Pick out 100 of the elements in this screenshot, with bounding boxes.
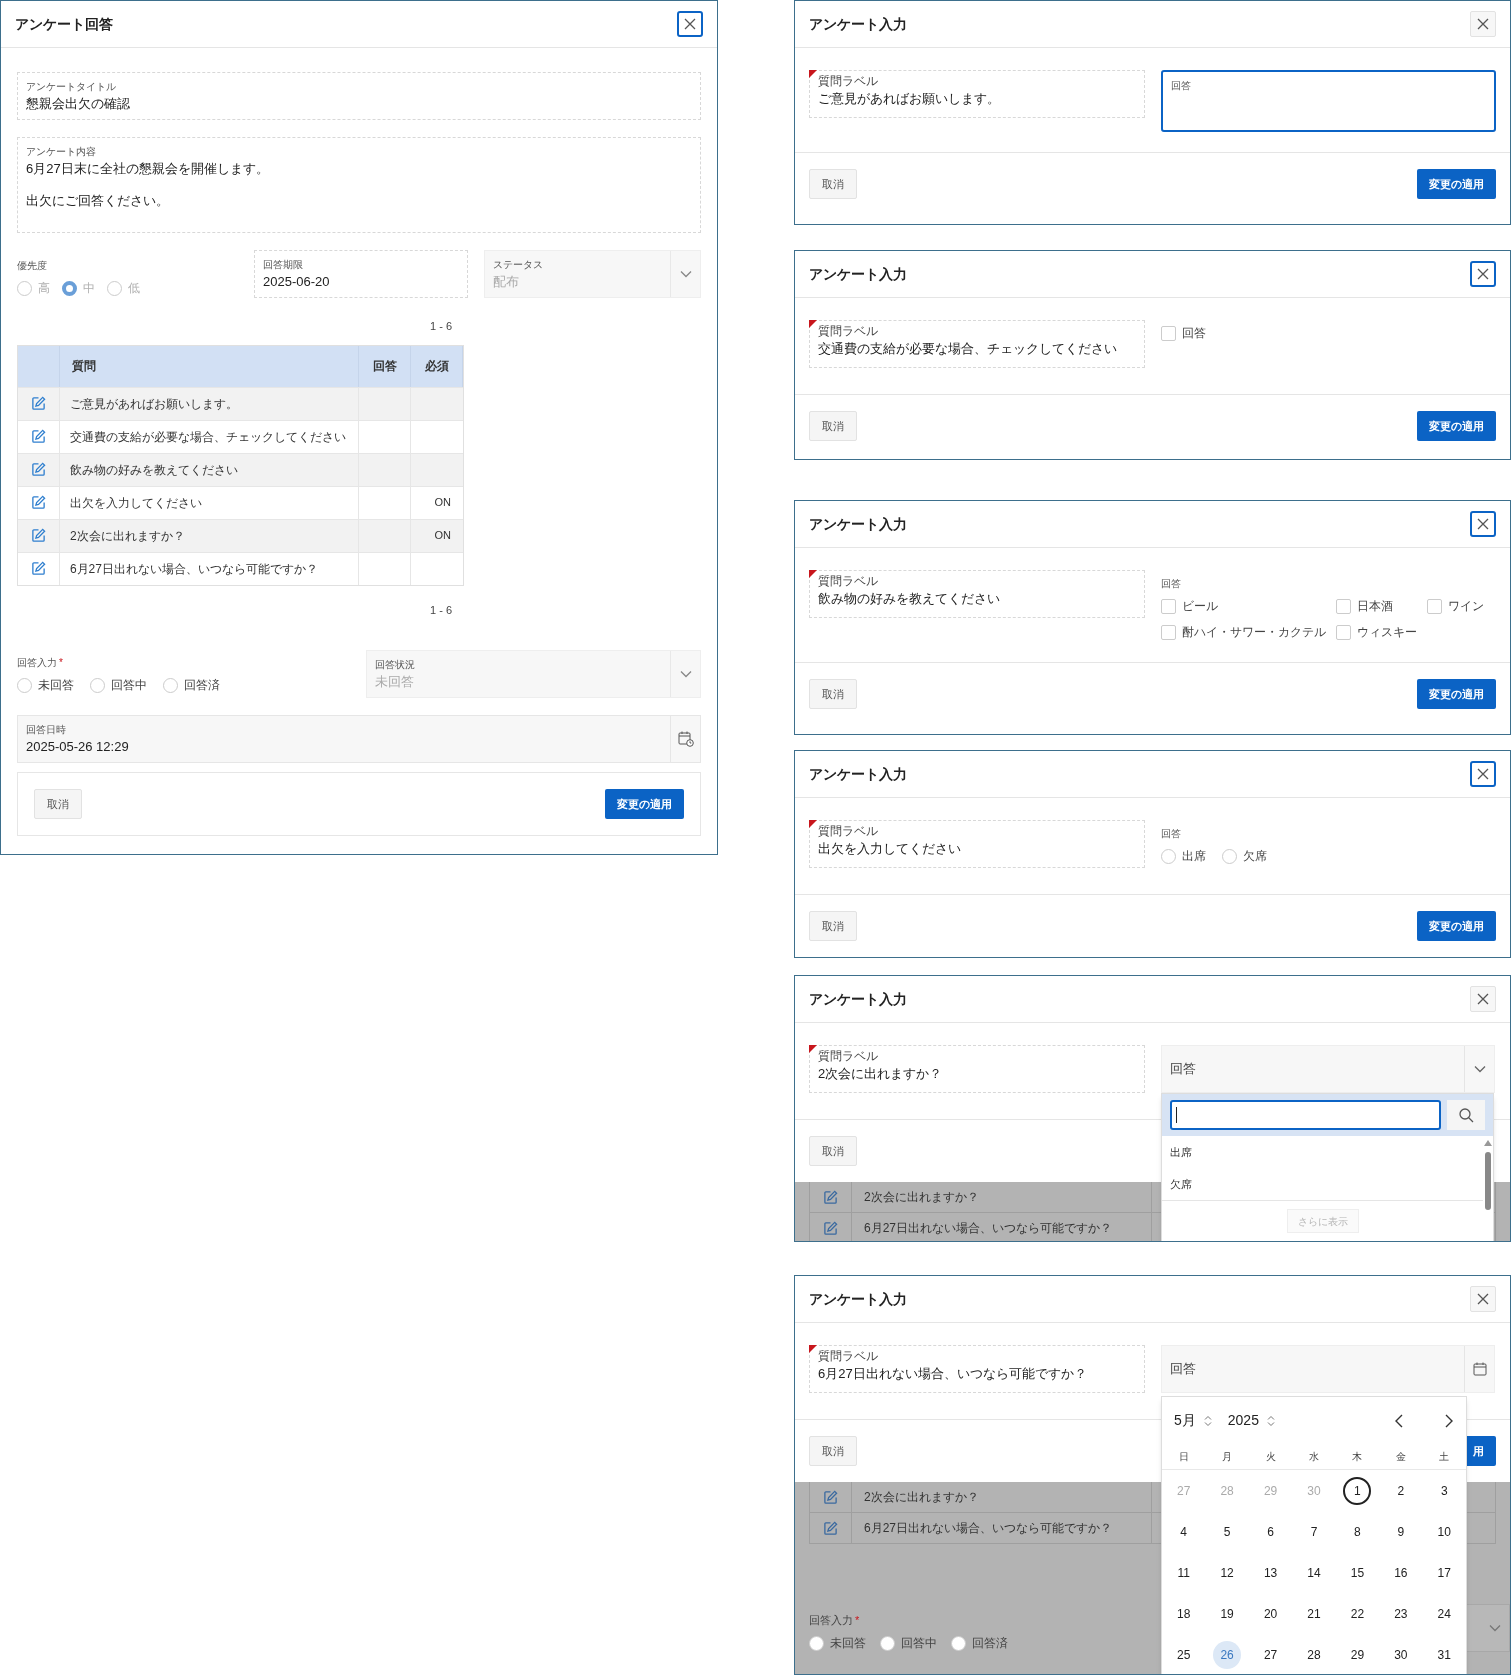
cancel-button[interactable]: 取消 <box>809 1136 857 1166</box>
status-select[interactable]: ステータス 配布 <box>484 250 701 298</box>
edit-icon[interactable] <box>823 1520 838 1536</box>
answer-date-field[interactable]: 回答 <box>1161 1345 1495 1393</box>
dialog-title: アンケート入力 <box>809 1289 907 1309</box>
cancel-button[interactable]: 取消 <box>809 169 857 199</box>
cancel-button[interactable]: 取消 <box>809 679 857 709</box>
answer-select[interactable]: 回答 <box>1161 1045 1495 1093</box>
radio-option[interactable]: 回答済 <box>163 676 220 694</box>
radio-option[interactable]: 未回答 <box>17 676 74 694</box>
radio-option[interactable]: 回答済 <box>951 1634 1008 1652</box>
apply-button[interactable]: 変更の適用 <box>1417 679 1496 709</box>
calendar-day[interactable]: 17 <box>1430 1558 1459 1587</box>
weekday-label: 水 <box>1308 1450 1320 1465</box>
close-button[interactable] <box>1470 261 1496 287</box>
year-selector[interactable]: 2025 <box>1227 1410 1259 1432</box>
cancel-button[interactable]: 取消 <box>809 911 857 941</box>
table-cell: 出欠を入力してください <box>59 486 360 519</box>
apply-button[interactable]: 変更の適用 <box>1417 169 1496 199</box>
calendar-day[interactable]: 21 <box>1300 1599 1328 1628</box>
table-cell-text: ON <box>434 528 451 544</box>
answer-label: 回答 <box>1161 577 1182 591</box>
close-button[interactable] <box>1470 761 1496 787</box>
edit-icon[interactable] <box>30 495 46 510</box>
weekday-label: 土 <box>1438 1450 1451 1465</box>
calendar-day[interactable]: 10 <box>1430 1517 1459 1546</box>
radio-option[interactable]: 回答中 <box>90 676 147 694</box>
calendar-day[interactable]: 30 <box>1386 1640 1415 1669</box>
calendar-day[interactable]: 9 <box>1386 1517 1415 1546</box>
next-month-icon[interactable] <box>1444 1413 1454 1428</box>
edit-icon[interactable] <box>30 462 46 477</box>
apply-button[interactable]: 変更の適用 <box>605 789 684 819</box>
calendar-day[interactable]: 14 <box>1300 1558 1328 1587</box>
calendar-clock-icon[interactable] <box>677 731 694 747</box>
edit-icon[interactable] <box>823 1220 838 1236</box>
edit-icon[interactable] <box>823 1489 838 1505</box>
edit-icon[interactable] <box>823 1189 838 1205</box>
edit-icon[interactable] <box>30 429 46 444</box>
search-input[interactable] <box>1170 1100 1441 1130</box>
cancel-button[interactable]: 取消 <box>34 789 82 819</box>
checkbox-option[interactable]: ワイン <box>1427 597 1484 615</box>
calendar-day[interactable]: 3 <box>1430 1476 1459 1505</box>
checkbox-option[interactable]: 回答 <box>1161 324 1496 342</box>
checkbox-option[interactable]: 酎ハイ・サワー・カクテル <box>1161 623 1326 641</box>
apply-button[interactable]: 変更の適用 <box>1417 411 1496 441</box>
calendar-day[interactable]: 16 <box>1386 1558 1415 1587</box>
radio-option[interactable]: 出席 <box>1161 847 1206 865</box>
datetime-field[interactable]: 回答日時 2025-05-26 12:29 <box>17 715 701 763</box>
answer-textarea[interactable]: 回答 <box>1161 70 1496 132</box>
radio-option[interactable]: 欠席 <box>1222 847 1267 865</box>
edit-icon[interactable] <box>30 396 46 411</box>
calendar-day[interactable]: 4 <box>1169 1517 1198 1546</box>
question-field: 質問ラベル 交通費の支給が必要な場合、チェックしてください <box>809 320 1145 368</box>
cancel-button[interactable]: 取消 <box>809 1436 857 1466</box>
chevron-down-icon <box>1473 1065 1486 1073</box>
dialog-title: アンケート入力 <box>809 14 907 34</box>
previous-month-icon[interactable] <box>1394 1413 1404 1428</box>
edit-icon[interactable] <box>30 528 46 543</box>
apply-button[interactable]: 変更の適用 <box>1417 911 1496 941</box>
calendar-day[interactable]: 11 <box>1169 1558 1198 1587</box>
radio-option[interactable]: 回答中 <box>880 1634 937 1652</box>
calendar-day[interactable]: 29 <box>1343 1640 1372 1669</box>
calendar-day[interactable]: 6 <box>1256 1517 1285 1546</box>
month-selector[interactable]: 5月 <box>1174 1410 1196 1432</box>
calendar-icon[interactable] <box>1472 1362 1487 1376</box>
calendar-day[interactable]: 8 <box>1343 1517 1372 1546</box>
calendar-day[interactable]: 7 <box>1300 1517 1328 1546</box>
calendar-day[interactable]: 18 <box>1169 1599 1198 1628</box>
checkbox-option[interactable]: 日本酒 <box>1336 597 1417 615</box>
close-button[interactable] <box>1470 511 1496 537</box>
calendar-day[interactable]: 22 <box>1343 1599 1372 1628</box>
calendar-day[interactable]: 23 <box>1386 1599 1415 1628</box>
question-field: 質問ラベル 6月27日出れない場合、いつなら可能ですか？ <box>809 1345 1145 1393</box>
dialog-title: アンケート入力 <box>809 514 907 534</box>
checkbox-option[interactable]: ビール <box>1161 597 1326 615</box>
scroll-up-icon[interactable] <box>1484 1140 1492 1146</box>
calendar-day[interactable]: 2 <box>1386 1476 1415 1505</box>
search-button[interactable] <box>1447 1100 1485 1130</box>
calendar-day[interactable]: 13 <box>1256 1558 1285 1587</box>
radio-option[interactable]: 未回答 <box>809 1634 866 1652</box>
edit-icon[interactable] <box>30 561 46 576</box>
calendar-day[interactable]: 1 <box>1343 1476 1372 1505</box>
cancel-button[interactable]: 取消 <box>809 411 857 441</box>
calendar-day[interactable]: 15 <box>1343 1558 1372 1587</box>
dropdown-option[interactable]: 出席 <box>1162 1136 1483 1168</box>
checkbox-option[interactable]: ウィスキー <box>1336 623 1417 641</box>
calendar-day[interactable]: 12 <box>1213 1558 1242 1587</box>
dropdown-option[interactable]: 欠席 <box>1162 1168 1483 1200</box>
calendar-day[interactable]: 20 <box>1256 1599 1285 1628</box>
answer-status-select[interactable]: 回答状況 未回答 <box>366 650 701 698</box>
calendar-day[interactable]: 31 <box>1430 1640 1459 1669</box>
calendar-day[interactable]: 26 <box>1213 1640 1242 1669</box>
calendar-day[interactable]: 19 <box>1213 1599 1242 1628</box>
weekday-label: 日 <box>1177 1450 1190 1465</box>
calendar-day[interactable]: 25 <box>1169 1640 1198 1669</box>
calendar-day[interactable]: 5 <box>1213 1517 1242 1546</box>
calendar-day[interactable]: 28 <box>1300 1640 1328 1669</box>
calendar-day[interactable]: 27 <box>1256 1640 1285 1669</box>
calendar-day[interactable]: 24 <box>1430 1599 1459 1628</box>
close-button[interactable] <box>677 11 703 37</box>
